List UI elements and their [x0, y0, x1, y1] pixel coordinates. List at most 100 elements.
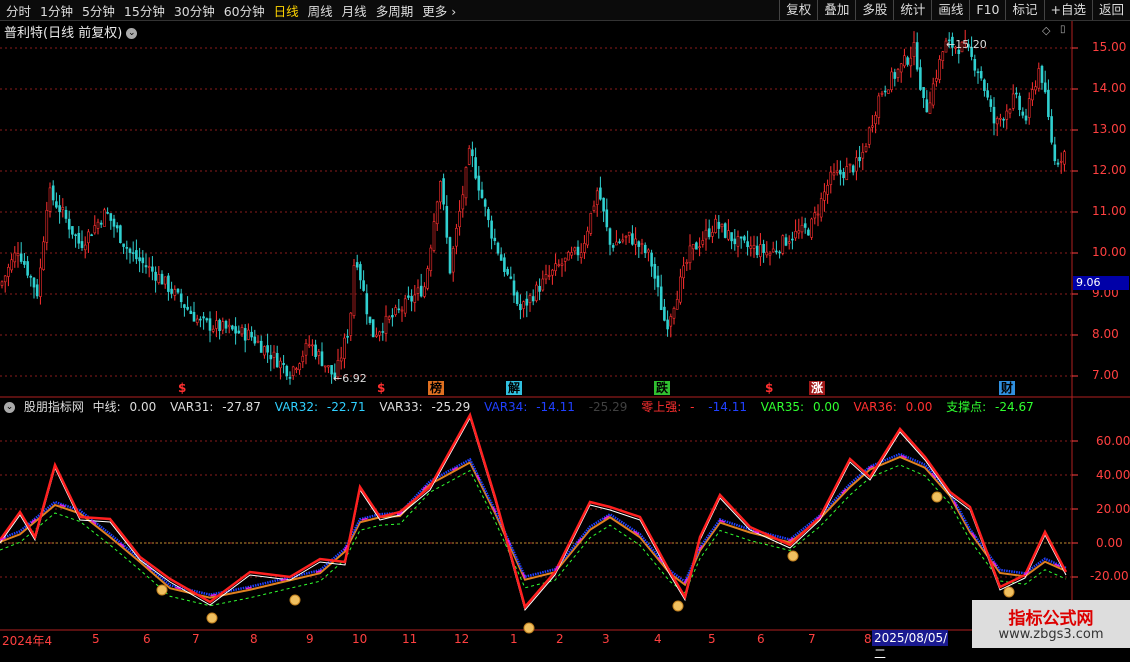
candle-body [509, 276, 513, 279]
candle-body [138, 257, 141, 262]
indicator-tick: 60.00 [1096, 434, 1130, 448]
candle-body [413, 294, 417, 303]
candle-body [96, 221, 100, 229]
event-marker[interactable]: 解 [506, 381, 523, 395]
candle-body [707, 228, 711, 238]
candle-body [787, 241, 791, 244]
candle-body [515, 292, 519, 305]
finger-icon [206, 612, 218, 624]
chart-canvas[interactable] [0, 0, 1130, 650]
candle-body [93, 225, 97, 234]
candle-body [250, 331, 253, 338]
date-tick: 6 [143, 632, 151, 646]
legend-item: -25.29 [588, 400, 628, 414]
date-tick: 10 [352, 632, 368, 646]
date-tick: 7 [808, 632, 816, 646]
candle-body [474, 157, 477, 179]
indicator-tick: 20.00 [1096, 502, 1130, 516]
chevron-down-icon[interactable]: ⌄ [126, 28, 138, 39]
candle-body [1031, 89, 1034, 101]
candle-body [189, 310, 193, 314]
candle-body [179, 293, 183, 303]
candle-body [122, 243, 125, 247]
price-tick: 11.00 [1092, 204, 1127, 218]
candle-body [807, 229, 810, 236]
legend-item: VAR31: -27.87 [170, 400, 261, 414]
legend-item: -14.11 [708, 400, 747, 414]
candle-body [144, 265, 148, 268]
candle-body [871, 125, 874, 128]
candle-body [739, 236, 743, 239]
candle-body [634, 238, 637, 245]
event-marker[interactable]: 财 [999, 381, 1016, 395]
event-marker[interactable]: 榜 [428, 381, 445, 395]
candle-body [883, 90, 887, 93]
panel-icon[interactable]: ▯ [1060, 24, 1066, 35]
candle-body [455, 227, 458, 247]
candle-body [682, 265, 685, 279]
candle-body [378, 331, 381, 336]
candle-body [915, 42, 919, 70]
event-marker[interactable]: $ [176, 381, 188, 395]
candle-body [135, 250, 138, 260]
candle-body [416, 287, 420, 294]
candle-body [832, 172, 836, 176]
event-marker[interactable]: $ [375, 381, 387, 395]
date-tick: 4 [654, 632, 662, 646]
candle-body [106, 212, 109, 214]
candle-body [541, 278, 545, 291]
price-tick: 10.00 [1092, 245, 1127, 259]
candle-body [1034, 86, 1037, 91]
candle-body [3, 275, 7, 283]
candle-body [285, 365, 289, 377]
event-marker[interactable]: 跌 [654, 381, 671, 395]
indicator-legend[interactable]: ⌄ 股朋指标网 中线: 0.00 VAR31: -27.87 VAR32: -2… [4, 398, 1044, 415]
candle-body [781, 235, 785, 254]
candle-body [317, 351, 321, 356]
candle-body [746, 241, 749, 248]
candle-body [352, 265, 356, 316]
candle-body [227, 324, 231, 328]
finger-icon [156, 584, 168, 596]
candle-body [423, 286, 426, 297]
event-marker[interactable]: 涨 [809, 381, 826, 395]
candle-body [1011, 93, 1015, 109]
candle-body [211, 328, 215, 332]
candle-body [794, 231, 797, 239]
candle-body [1043, 82, 1047, 93]
candle-body [477, 175, 481, 191]
candle-body [784, 237, 788, 246]
candle-body [567, 251, 570, 261]
candle-body [208, 318, 212, 331]
date-tick: 9 [306, 632, 314, 646]
candle-body [576, 246, 580, 256]
candle-body [74, 234, 77, 236]
candle-body [221, 321, 225, 331]
candle-body [855, 157, 858, 172]
candle-body [499, 254, 503, 261]
event-marker[interactable]: $ [763, 381, 775, 395]
watermark: 指标公式网 www.zbgs3.com [972, 600, 1130, 648]
candle-body [810, 218, 813, 238]
candle-body [1005, 110, 1009, 120]
candle-body [762, 243, 765, 253]
candle-body [362, 280, 365, 291]
candle-body [301, 355, 305, 363]
candle-body [202, 316, 205, 319]
price-tick: 14.00 [1092, 81, 1127, 95]
stock-title[interactable]: 普利特(日线 前复权) ⌄ [4, 22, 138, 41]
finger-icon [672, 600, 684, 612]
candle-body [1053, 144, 1057, 162]
candle-body [99, 222, 103, 225]
candle-body [365, 293, 369, 315]
candle-body [701, 240, 705, 245]
candle-body [899, 63, 903, 73]
chevron-down-icon[interactable]: ⌄ [4, 402, 15, 413]
candle-body [768, 252, 772, 256]
candle-body [560, 263, 564, 266]
diamond-icon[interactable]: ◇ [1042, 24, 1050, 37]
candle-body [77, 232, 81, 244]
candle-body [1056, 162, 1060, 165]
candle-body [327, 365, 330, 368]
date-tick: 6 [757, 632, 765, 646]
